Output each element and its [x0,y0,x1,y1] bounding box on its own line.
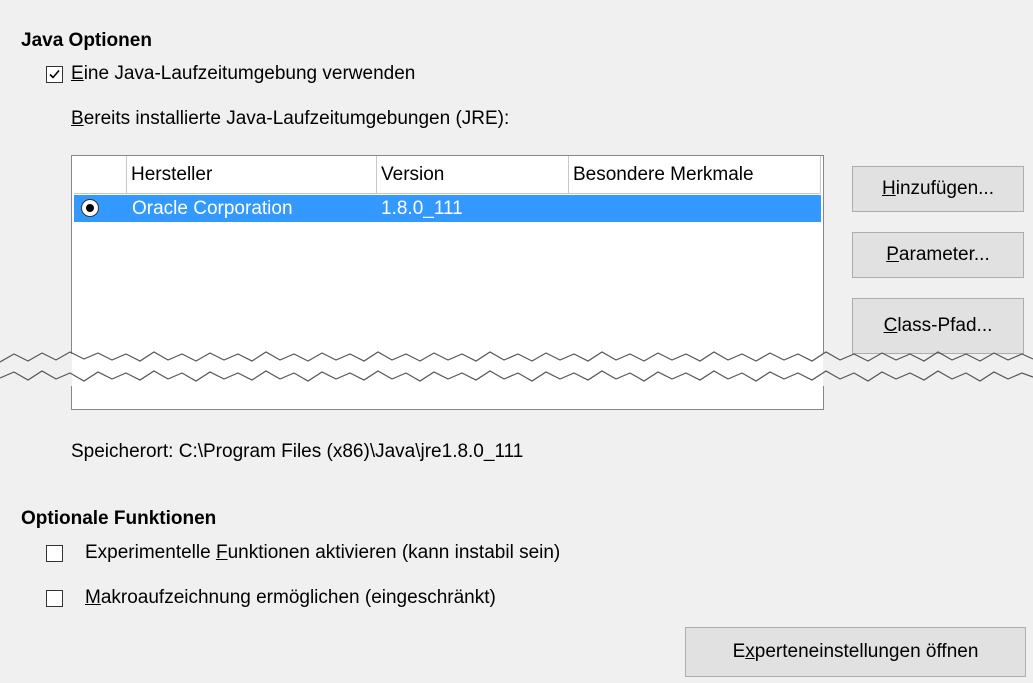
add-jre-mnemonic: H [882,178,896,199]
experimental-features-label[interactable]: Experimentelle Funktionen aktivieren (ka… [85,542,560,564]
jre-radio-selected[interactable] [81,199,99,217]
installed-jre-label: Bereits installierte Java-Laufzeitumgebu… [71,108,509,130]
column-header-version[interactable]: Version [377,156,569,194]
use-jre-label[interactable]: Eine Java-Laufzeitumgebung verwenden [71,63,415,85]
expert-label-before: E [732,641,746,662]
class-path-label: lass-Pfad... [897,315,993,336]
optional-features-title: Optionale Funktionen [21,508,217,529]
parameters-mnemonic: P [886,244,899,265]
installed-jre-label-text: ereits installierte Java-Laufzeitumgebun… [83,108,510,129]
installed-jre-mnemonic: B [71,108,84,129]
experimental-mnemonic: F [215,542,228,563]
use-jre-label-text: ine Java-Laufzeitumgebung verwenden [83,63,416,84]
experimental-label-text: unktionen aktivieren (kann instabil sein… [227,542,561,563]
jre-version-cell: 1.8.0_111 [381,198,463,219]
use-jre-checkbox[interactable] [46,66,63,83]
column-header-vendor[interactable]: Hersteller [127,156,377,194]
experimental-features-checkbox[interactable] [46,545,63,562]
java-options-title: Java Optionen [21,30,152,51]
class-path-mnemonic: C [883,315,898,336]
macro-recording-label[interactable]: Makroaufzeichnung ermöglichen (eingeschr… [85,587,496,609]
column-header-select[interactable] [74,156,127,194]
column-header-features[interactable]: Besondere Merkmale [569,156,821,194]
macro-label-text: akroaufzeichnung ermöglichen (eingeschrä… [100,587,496,608]
checkmark-icon [49,69,60,79]
jre-location-text: Speicherort: C:\Program Files (x86)\Java… [71,441,524,462]
parameters-label: arameter... [898,244,990,265]
class-path-button[interactable]: Class-Pfad... [852,298,1024,354]
expert-label-text: perteneinstellungen öffnen [754,641,979,662]
jre-vendor-cell: Oracle Corporation [132,198,293,219]
macro-mnemonic: M [85,587,101,608]
torn-edge-divider [0,351,1033,386]
add-jre-button[interactable]: Hinzufügen... [852,166,1024,212]
macro-recording-checkbox[interactable] [46,590,63,607]
use-jre-mnemonic: E [71,63,84,84]
expert-mnemonic: x [745,641,755,662]
parameters-button[interactable]: Parameter... [852,232,1024,278]
experimental-label-before: Experimentelle [85,542,216,563]
jre-row-selected[interactable]: Oracle Corporation 1.8.0_111 [74,195,821,222]
expert-settings-button[interactable]: Experteneinstellungen öffnen [685,627,1026,677]
add-jre-label: inzufügen... [895,178,994,199]
